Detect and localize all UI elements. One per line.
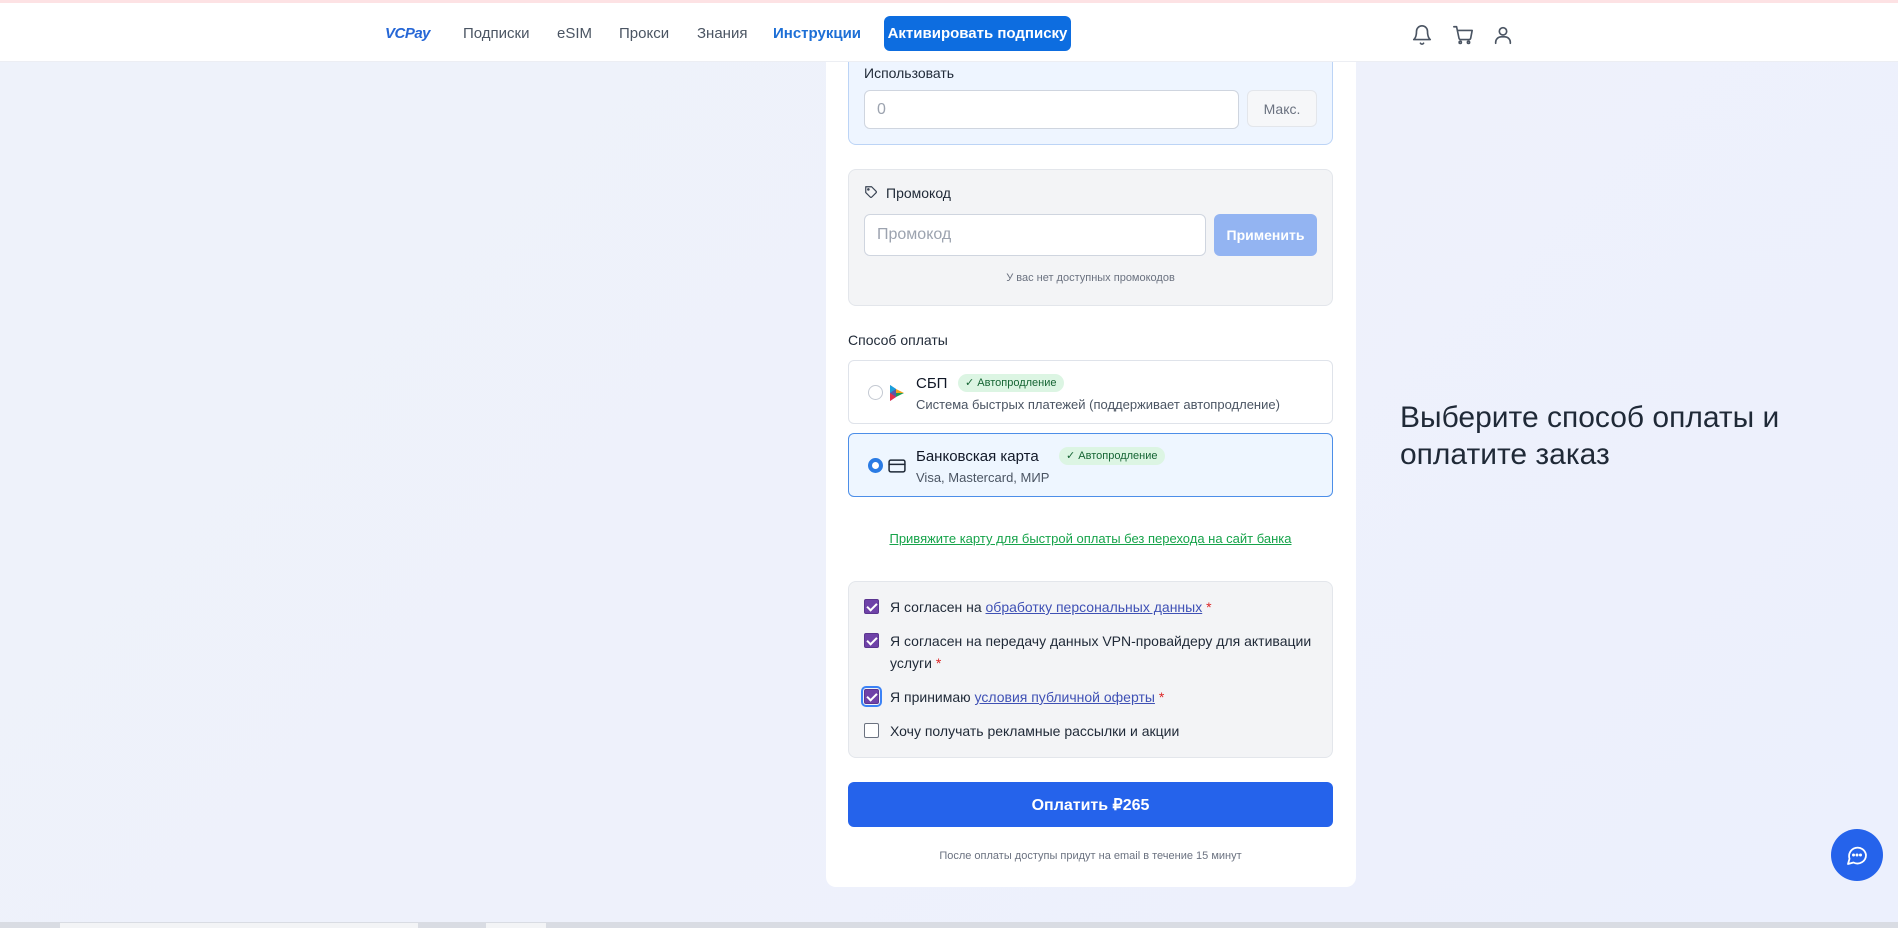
nav-instructions[interactable]: Инструкции [773, 25, 861, 42]
consent-vpn-transfer-label: Я согласен на передачу данных VPN-провай… [890, 633, 1312, 671]
consent-personal-data-text: Я согласен на обработку персональных дан… [890, 596, 1212, 618]
apply-promo-button[interactable]: Применить [1214, 214, 1317, 256]
public-offer-link[interactable]: условия публичной оферты [975, 689, 1155, 705]
user-icon[interactable] [1492, 24, 1514, 46]
use-bonus-input[interactable] [864, 90, 1239, 129]
payment-method-label: Способ оплаты [848, 332, 948, 348]
sbp-logo-icon [887, 383, 907, 403]
pay-note: После оплаты доступы придут на email в т… [939, 850, 1242, 862]
required-mark: * [935, 655, 942, 671]
consent-offer-text: Я принимаю условия публичной оферты * [890, 686, 1164, 708]
tag-icon [864, 185, 878, 199]
required-mark: * [1206, 599, 1212, 615]
payment-method-card[interactable]: Банковская карта ✓ Автопродление Visa, M… [848, 433, 1333, 497]
nav-knowledge[interactable]: Знания [697, 25, 747, 42]
bind-card-link[interactable]: Привяжите карту для быстрой оплаты без п… [848, 531, 1333, 546]
chat-bubble-icon [1847, 846, 1867, 865]
promo-input[interactable] [864, 214, 1206, 256]
personal-data-link[interactable]: обработку персональных данных [986, 599, 1203, 615]
card-radio[interactable] [868, 458, 883, 473]
logo[interactable]: VCPay [385, 25, 431, 42]
use-bonus-label: Использовать [864, 65, 955, 81]
card-autorenew-badge: ✓ Автопродление [1059, 447, 1165, 465]
top-header: VCPay Подписки eSIM Прокси Знания Инстру… [0, 3, 1898, 62]
payment-method-sbp[interactable]: СБП ✓ Автопродление Система быстрых плат… [848, 360, 1333, 424]
promo-label: Промокод [886, 185, 951, 201]
side-heading: Выберите способ оплаты и оплатите заказ [1400, 401, 1780, 471]
consent-offer-checkbox[interactable] [861, 686, 882, 707]
sbp-autorenew-badge: ✓ Автопродление [958, 374, 1064, 392]
consent-marketing-checkbox[interactable] [864, 723, 879, 738]
nav-esim[interactable]: eSIM [557, 25, 592, 42]
scrollbar-segment [486, 923, 546, 928]
card-subtitle: Visa, Mastercard, МИР [916, 470, 1050, 485]
sbp-radio[interactable] [868, 385, 883, 400]
consent-vpn-transfer-text: Я согласен на передачу данных VPN-провай… [890, 630, 1320, 674]
nav-subscriptions[interactable]: Подписки [463, 25, 530, 42]
activate-subscription-button[interactable]: Активировать подписку [884, 16, 1071, 51]
consent-personal-data-prefix: Я согласен на [890, 599, 986, 615]
consent-vpn-transfer-checkbox[interactable] [864, 633, 879, 648]
credit-card-icon [887, 456, 907, 476]
nav-proxy[interactable]: Прокси [619, 25, 669, 42]
sbp-subtitle: Система быстрых платежей (поддерживает а… [916, 397, 1280, 412]
bell-icon[interactable] [1411, 24, 1433, 46]
card-title: Банковская карта [916, 448, 1039, 465]
consent-marketing-text: Хочу получать рекламные рассылки и акции [890, 723, 1180, 739]
required-mark: * [1158, 689, 1165, 705]
sbp-title: СБП [916, 375, 948, 392]
pay-button[interactable]: Оплатить ₽265 [848, 782, 1333, 827]
consent-personal-data-checkbox[interactable] [864, 599, 879, 614]
promo-hint: У вас нет доступных промокодов [1006, 272, 1175, 284]
max-button[interactable]: Макс. [1247, 90, 1317, 127]
scrollbar-thumb[interactable] [60, 923, 418, 928]
consent-offer-prefix: Я принимаю [890, 689, 975, 705]
cart-icon[interactable] [1452, 24, 1474, 46]
chat-button[interactable] [1831, 829, 1883, 881]
